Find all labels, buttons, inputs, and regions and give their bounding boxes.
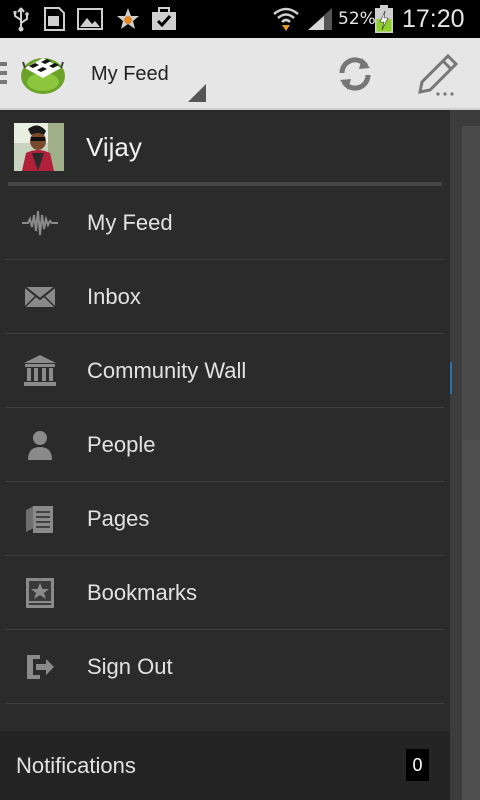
bookmark-icon [26,578,54,608]
pulse-icon [22,210,58,236]
menu-item-label: Pages [87,506,150,531]
menu-item-sign-out[interactable]: Sign Out [0,630,450,704]
image-icon [77,8,103,30]
notifications-label: Notifications [16,753,136,778]
battery-percent: 52% [338,9,376,29]
menu-item-label: My Feed [87,210,173,235]
pages-icon [26,506,53,533]
menu-item-bookmarks[interactable]: Bookmarks [0,556,450,630]
menu-item-people[interactable]: People [0,408,450,482]
sd-card-icon [44,7,65,31]
notification-count-badge: 0 [406,749,429,781]
menu-item-label: Bookmarks [87,580,198,605]
profile-name[interactable]: Vijay [86,110,142,184]
feed-selector[interactable]: My Feed [91,38,169,110]
menu-item-my-feed[interactable]: My Feed [0,186,450,260]
feed-card-edge-lower [462,440,480,800]
drawer-indicator-icon[interactable] [0,62,8,86]
wifi-icon [273,7,299,31]
usb-icon [13,7,29,32]
profile-header[interactable]: Vijay [0,110,450,182]
app-logo-icon[interactable] [19,52,67,96]
drawer-menu: My Feed Inbox Community Wall People Page… [0,186,450,704]
sign-out-icon [27,655,54,679]
navigation-drawer: Vijay My Feed Inbox Community Wall Peopl… [0,110,450,800]
battery-charging-icon [375,5,393,33]
action-bar: My Feed [0,38,480,110]
dropdown-triangle-icon[interactable] [186,82,206,102]
person-icon [28,431,52,460]
menu-item-label: Sign Out [87,654,173,679]
bank-icon [24,355,56,386]
star-notification-icon [117,8,139,29]
compose-icon[interactable] [414,52,460,98]
notifications-bar[interactable]: Notifications 0 [0,730,450,800]
menu-item-label: People [87,432,156,457]
envelope-icon [24,286,56,308]
task-check-icon [152,7,176,30]
menu-item-inbox[interactable]: Inbox [0,260,450,334]
refresh-icon[interactable] [334,53,376,95]
menu-item-community-wall[interactable]: Community Wall [0,334,450,408]
menu-item-pages[interactable]: Pages [0,482,450,556]
avatar[interactable] [14,123,64,171]
menu-item-label: Community Wall [87,358,247,383]
clock: 17:20 [402,5,465,33]
signal-icon [308,8,332,30]
menu-item-label: Inbox [87,284,141,309]
status-bar: 52% 17:20 [0,0,480,38]
